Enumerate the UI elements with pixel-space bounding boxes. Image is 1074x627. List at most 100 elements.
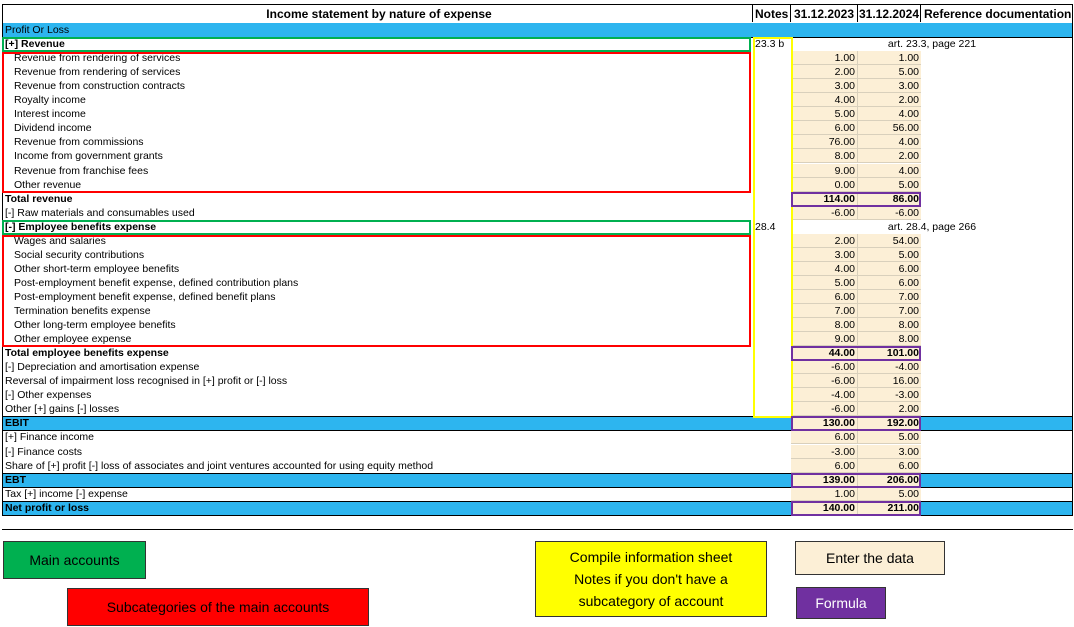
row-label[interactable]: Other employee expense [2,332,753,346]
reference-cell[interactable] [921,121,1073,135]
notes-cell[interactable] [753,107,791,121]
value-2023-cell[interactable]: 139.00 [791,472,858,487]
row-label[interactable]: Termination benefits expense [2,304,753,318]
reference-cell[interactable] [921,332,1073,346]
notes-cell[interactable] [753,290,791,304]
reference-cell[interactable] [921,501,1073,515]
notes-cell[interactable] [753,79,791,93]
reference-cell[interactable] [921,473,1073,487]
notes-cell[interactable] [753,178,791,192]
reference-cell[interactable] [921,346,1073,360]
notes-cell[interactable] [753,445,791,459]
row-label[interactable]: Share of [+] profit [-] loss of associat… [2,459,753,473]
value-2024-cell[interactable]: 5.00 [858,247,921,262]
reference-cell[interactable] [921,93,1073,107]
notes-cell[interactable] [753,65,791,79]
reference-cell[interactable] [921,178,1073,192]
notes-cell[interactable] [753,459,791,473]
notes-cell[interactable] [753,164,791,178]
value-2023-cell[interactable]: 76.00 [791,135,858,150]
notes-cell[interactable] [753,248,791,262]
value-2023-cell[interactable]: 6.00 [791,289,858,304]
value-2023-cell[interactable]: 9.00 [791,163,858,178]
value-2024-cell[interactable]: 86.00 [858,191,921,206]
value-2023-cell[interactable]: 8.00 [791,318,858,333]
row-label[interactable]: Other [+] gains [-] losses [2,402,753,416]
value-2023-cell[interactable]: 1.00 [791,486,858,501]
notes-cell[interactable] [753,121,791,135]
row-label[interactable]: Profit Or Loss [2,23,753,37]
value-2024-cell[interactable]: 206.00 [858,472,921,487]
value-2023-cell[interactable]: -6.00 [791,360,858,375]
value-2023-cell[interactable]: 8.00 [791,149,858,164]
reference-cell[interactable] [921,107,1073,121]
reference-cell[interactable] [921,149,1073,163]
value-2023-cell[interactable]: 7.00 [791,304,858,318]
value-2024-cell[interactable]: 192.00 [858,416,921,431]
notes-cell[interactable] [753,416,791,430]
row-label[interactable]: Net profit or loss [2,501,753,515]
value-2023-cell[interactable]: 4.00 [791,93,858,108]
value-2023-cell[interactable]: 1.00 [791,51,858,66]
reference-cell[interactable] [921,416,1073,430]
row-label[interactable]: Tax [+] income [-] expense [2,487,753,501]
notes-cell[interactable] [753,346,791,360]
notes-cell[interactable]: 23.3 b [753,37,791,51]
notes-cell[interactable] [753,304,791,318]
row-label[interactable]: Revenue from construction contracts [2,79,753,93]
reference-cell[interactable]: art. 28.4, page 266 [791,220,1073,234]
row-label[interactable]: Social security contributions [2,248,753,262]
reference-cell[interactable] [921,234,1073,248]
reference-cell[interactable]: art. 23.3, page 221 [791,37,1073,51]
value-2024-cell[interactable]: 5.00 [858,177,921,192]
value-2024-cell[interactable]: 8.00 [858,332,921,347]
row-label[interactable]: Other revenue [2,178,753,192]
value-2023-cell[interactable]: 6.00 [791,121,858,136]
row-label[interactable]: Wages and salaries [2,234,753,248]
row-label[interactable]: [+] Revenue [2,37,753,51]
reference-cell[interactable] [921,487,1073,501]
row-label[interactable]: Other short-term employee benefits [2,262,753,276]
row-label[interactable]: [-] Raw materials and consumables used [2,206,753,220]
value-2024-cell[interactable]: 56.00 [858,121,921,136]
notes-cell[interactable] [753,206,791,220]
reference-cell[interactable] [921,318,1073,332]
reference-cell[interactable] [921,360,1073,374]
reference-cell[interactable] [921,65,1073,79]
notes-cell[interactable] [753,318,791,332]
row-label[interactable]: [+] Finance income [2,430,753,444]
value-2024-cell[interactable]: 4.00 [858,107,921,122]
notes-cell[interactable]: 28.4 [753,220,791,234]
value-2023-cell[interactable]: -6.00 [791,205,858,220]
value-2024-cell[interactable]: -3.00 [858,388,921,403]
value-2024-cell[interactable]: 6.00 [858,261,921,276]
reference-cell[interactable] [921,388,1073,402]
reference-cell[interactable] [921,51,1073,65]
row-label[interactable]: Revenue from rendering of services [2,51,753,65]
value-2023-cell[interactable]: -3.00 [791,444,858,459]
value-2023-cell[interactable]: -6.00 [791,402,858,417]
row-label[interactable]: Revenue from rendering of services [2,65,753,79]
notes-cell[interactable] [753,388,791,402]
row-label[interactable]: Post-employment benefit expense, defined… [2,276,753,290]
row-label[interactable]: Income from government grants [2,149,753,163]
notes-cell[interactable] [753,149,791,163]
value-2024-cell[interactable]: 6.00 [858,458,921,473]
value-2024-cell[interactable]: 3.00 [858,79,921,94]
notes-cell[interactable] [753,51,791,65]
value-2024-cell[interactable]: 211.00 [858,500,921,515]
value-2023-cell[interactable]: 44.00 [791,346,858,361]
value-2024-cell[interactable]: 4.00 [858,135,921,150]
reference-cell[interactable] [921,459,1073,473]
row-label[interactable]: Reversal of impairment loss recognised i… [2,374,753,388]
notes-cell[interactable] [753,234,791,248]
reference-cell[interactable] [921,430,1073,444]
reference-cell[interactable] [921,135,1073,149]
row-label[interactable]: [-] Finance costs [2,445,753,459]
value-2024-cell[interactable]: 7.00 [858,304,921,318]
value-2024-cell[interactable]: 4.00 [858,163,921,178]
col-2023-header[interactable]: 31.12.2023 [791,4,858,22]
value-2024-cell[interactable]: 5.00 [858,430,921,445]
reference-cell[interactable] [921,374,1073,388]
value-2023-cell[interactable]: 5.00 [791,275,858,290]
